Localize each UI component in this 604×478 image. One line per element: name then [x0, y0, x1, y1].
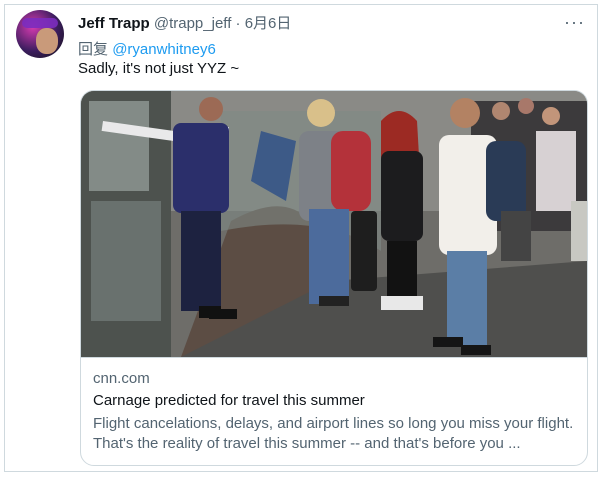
card-description: Flight cancelations, delays, and airport…: [93, 415, 574, 452]
author-handle[interactable]: @trapp_jeff: [154, 15, 232, 32]
avatar-cap: [22, 18, 58, 28]
card-title[interactable]: Carnage predicted for travel this summer: [93, 392, 365, 409]
reply-line: 回复 @ryanwhitney6: [78, 38, 216, 59]
reply-mention-link[interactable]: @ryanwhitney6: [112, 41, 216, 58]
reply-prefix: 回复: [78, 41, 109, 58]
header-separator: ·: [235, 15, 241, 32]
card-image[interactable]: [81, 91, 587, 357]
author-name[interactable]: Jeff Trapp: [78, 15, 150, 32]
card-body[interactable]: cnn.com Carnage predicted for travel thi…: [81, 357, 587, 465]
more-options-icon[interactable]: ···: [564, 12, 585, 33]
avatar[interactable]: [16, 10, 64, 58]
avatar-face: [36, 28, 58, 54]
tweet-date[interactable]: 6月6日: [245, 15, 292, 32]
tweet-header: Jeff Trapp @trapp_jeff · 6月6日: [78, 12, 291, 33]
link-card[interactable]: cnn.com Carnage predicted for travel thi…: [80, 90, 588, 466]
card-domain: cnn.com: [93, 370, 150, 387]
tweet-text: Sadly, it's not just YYZ ~: [78, 60, 240, 77]
